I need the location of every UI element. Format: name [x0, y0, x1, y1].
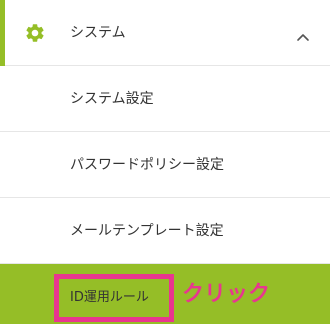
active-group-indicator — [0, 0, 5, 66]
menu-item-label: システム設定 — [70, 91, 154, 107]
chevron-up-icon[interactable] — [296, 27, 310, 41]
menu-item-mail-template[interactable]: メールテンプレート設定 — [0, 198, 330, 264]
sidebar-menu: システム システム設定 パスワードポリシー設定 メールテンプレート設定 ID運用… — [0, 0, 330, 324]
menu-item-label: ID運用ルール — [70, 290, 149, 305]
menu-group-label: システム — [70, 25, 126, 41]
click-annotation: クリック — [182, 282, 271, 307]
menu-group-system[interactable]: システム — [0, 0, 330, 66]
menu-item-label: メールテンプレート設定 — [70, 223, 224, 239]
menu-item-label: パスワードポリシー設定 — [70, 157, 224, 173]
gear-icon — [24, 22, 46, 44]
menu-item-password-policy[interactable]: パスワードポリシー設定 — [0, 132, 330, 198]
menu-item-system-settings[interactable]: システム設定 — [0, 66, 330, 132]
menu-item-id-rules[interactable]: ID運用ルール クリック — [0, 264, 330, 324]
